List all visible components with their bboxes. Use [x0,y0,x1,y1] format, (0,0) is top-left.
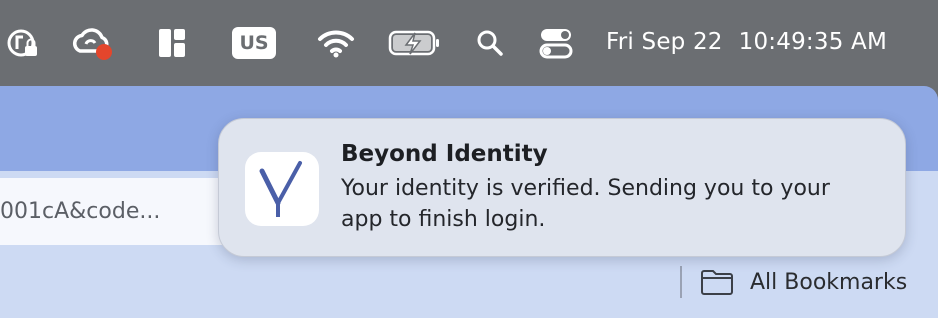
lock-status-icon[interactable] [4,24,42,62]
wifi-icon[interactable] [316,24,356,62]
folder-icon [700,268,734,296]
window-layout-icon[interactable] [156,24,188,62]
browser-window-corner [908,86,938,100]
all-bookmarks-label: All Bookmarks [750,269,908,295]
menu-bar: US Fri Sep 22 10:49:35 AM [0,0,938,86]
menu-bar-clock[interactable]: Fri Sep 22 10:49:35 AM [606,22,887,62]
all-bookmarks-button[interactable]: All Bookmarks [700,264,907,300]
beyond-identity-icon [245,152,319,226]
address-bar-text: 001cA&code... [0,199,161,224]
control-center-icon[interactable] [538,24,574,62]
notification-title: Beyond Identity [341,141,548,167]
menu-bar-date: Fri Sep 22 [606,29,723,55]
bookmarks-divider [680,266,682,298]
address-bar[interactable]: 001cA&code... [0,178,245,245]
notification-banner[interactable]: Beyond Identity Your identity is verifie… [218,118,906,257]
menu-bar-time: 10:49:35 AM [738,29,888,55]
creative-cloud-icon[interactable] [70,24,116,62]
battery-charging-icon [388,24,442,62]
notification-body: Your identity is verified. Sending you t… [341,176,830,232]
input-source-label: US [239,32,269,54]
spotlight-search-icon[interactable] [474,24,506,62]
keyboard-input-icon[interactable]: US [230,24,278,62]
